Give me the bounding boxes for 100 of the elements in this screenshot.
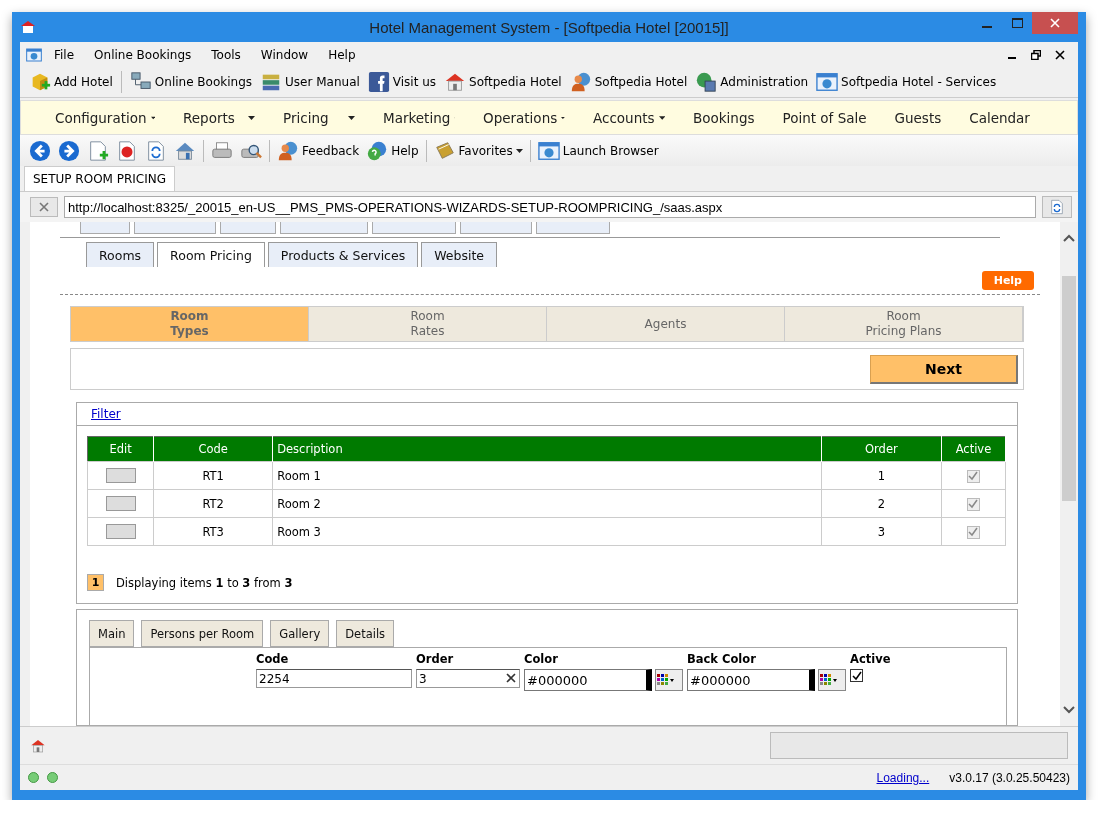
book-icon	[433, 139, 456, 162]
caret-icon	[658, 115, 665, 120]
tab[interactable]: Persons per Room	[141, 620, 264, 647]
person-icon	[277, 139, 299, 162]
nav-menu-item[interactable]: Marketing	[369, 109, 469, 126]
document-tab[interactable]: SETUP ROOM PRICING	[24, 166, 176, 191]
menu-item[interactable]: Online Bookings	[86, 47, 200, 62]
caret-icon	[150, 115, 155, 120]
tab[interactable]: Rooms	[86, 242, 155, 267]
version-text: v3.0.17 (3.0.25.50423)	[949, 770, 1070, 785]
toolbar-button[interactable]: Help	[363, 137, 422, 164]
color-picker-button[interactable]	[818, 669, 846, 691]
toolbar-button[interactable]: Softpedia Hotel	[441, 69, 565, 95]
wizard-step[interactable]: Room Types	[71, 307, 309, 341]
table-cell: RT2	[153, 489, 273, 518]
nav-menu-item[interactable]: Bookings	[679, 109, 769, 126]
nav-menu-item[interactable]: Accounts	[579, 109, 679, 126]
tab[interactable]: Website	[421, 242, 498, 267]
table-cell: Room 3	[272, 517, 822, 546]
next-button[interactable]: Next	[870, 354, 1018, 384]
app-icon	[20, 20, 36, 34]
color-field[interactable]: #000000	[524, 669, 652, 691]
facebook-icon	[367, 71, 390, 93]
url-field[interactable]: http://localhost:8325/_20015_en-US__PMS_PMS-OPERATIONS-WIZARDS-SETUP-ROOMPRICING_/saas.aspx	[64, 196, 1036, 218]
nav-menu-item[interactable]: Pricing	[269, 109, 369, 126]
column-header: Description	[272, 436, 822, 462]
globe-server-icon	[695, 71, 718, 93]
toolbar-button[interactable]: Online Bookings	[126, 69, 256, 95]
toolbar-button[interactable]: Softpedia Hotel	[566, 69, 691, 95]
tab[interactable]: Main	[89, 620, 135, 647]
edit-button[interactable]	[105, 523, 136, 539]
wizard-step[interactable]: Room Pricing Plans	[785, 307, 1023, 341]
nav-menu-item[interactable]: Operations	[469, 109, 579, 126]
tab[interactable]: Room Pricing	[157, 242, 265, 267]
filter-link[interactable]: Filter	[91, 407, 121, 421]
scroll-up-icon[interactable]	[1063, 234, 1075, 242]
wizard-step[interactable]: Agents	[547, 307, 785, 341]
table-cell: 2	[821, 489, 942, 518]
menu-item[interactable]: Tools	[203, 47, 249, 62]
palette-icon	[819, 673, 837, 687]
toolbar-button[interactable]: User Manual	[257, 69, 363, 95]
window-title: Hotel Management System - [Softpedia Hotel [20015]]	[368, 18, 730, 36]
clipped-tab[interactable]	[280, 222, 368, 234]
close-icon	[1050, 18, 1060, 28]
table-cell: 1	[821, 461, 942, 490]
toolbar-button[interactable]: Visit us	[364, 69, 440, 95]
toolbar-button[interactable]: Launch Browser	[534, 137, 662, 164]
toolbar-button[interactable]: Feedback	[274, 137, 363, 164]
refresh-document-icon	[145, 139, 167, 162]
nav-menu-item[interactable]: Configuration	[41, 109, 169, 126]
tab[interactable]: Gallery	[270, 620, 330, 647]
toolbar-button[interactable]: Favorites	[430, 137, 526, 164]
column-header: Order	[821, 436, 942, 462]
nav-menu-item[interactable]: Guests	[880, 109, 956, 126]
nav-menu-item[interactable]: Point of Sale	[768, 109, 881, 126]
clipped-tab[interactable]	[220, 222, 276, 234]
status-light	[28, 772, 39, 783]
toolbar-button[interactable]: Softpedia Hotel - Services	[813, 69, 1000, 95]
clipped-tab[interactable]	[536, 222, 610, 234]
clipped-tab[interactable]	[372, 222, 456, 234]
browser-icon	[537, 139, 560, 162]
tab[interactable]: Details	[336, 620, 395, 647]
table-cell: RT1	[153, 461, 273, 490]
checkbox[interactable]	[850, 669, 863, 682]
page-number[interactable]: 1	[87, 574, 104, 591]
clipped-tab[interactable]	[460, 222, 532, 234]
loading-link[interactable]: Loading...	[876, 770, 930, 785]
refresh-button[interactable]	[1042, 196, 1072, 218]
toolbar-button[interactable]: Administration	[692, 69, 812, 95]
menu-item[interactable]: Window	[252, 47, 317, 62]
clipped-tab[interactable]	[134, 222, 216, 234]
minimize-icon	[982, 25, 992, 28]
color-field[interactable]: #000000	[687, 669, 815, 691]
color-picker-button[interactable]	[655, 669, 683, 691]
caret-icon	[348, 115, 355, 120]
edit-button[interactable]	[105, 495, 136, 511]
close-page-button[interactable]	[30, 197, 58, 217]
clear-icon[interactable]	[506, 673, 516, 683]
table-cell: Room 2	[272, 489, 822, 518]
toolbar-button[interactable]: Add Hotel	[26, 69, 116, 95]
status-light	[47, 772, 58, 783]
clipped-tab[interactable]	[80, 222, 130, 234]
order-field[interactable]: 3	[416, 669, 520, 688]
close-icon	[1055, 49, 1065, 60]
nav-menu-item[interactable]: Calendar	[955, 109, 1044, 126]
field-label: Code	[256, 652, 290, 666]
menu-item[interactable]: File	[46, 47, 83, 62]
field-label: Back Color	[687, 652, 757, 666]
nav-menu-item[interactable]: Reports	[169, 109, 269, 126]
scrollbar-thumb[interactable]	[1062, 276, 1076, 501]
close-icon	[39, 202, 49, 212]
scroll-down-icon[interactable]	[1063, 706, 1075, 714]
menu-item[interactable]: Help	[320, 47, 364, 62]
code-field[interactable]: 2254	[256, 669, 412, 688]
house-icon	[30, 737, 46, 754]
edit-button[interactable]	[105, 467, 136, 483]
wizard-step[interactable]: Room Rates	[309, 307, 547, 341]
maximize-icon	[1011, 18, 1023, 28]
column-header: Active	[941, 436, 1006, 462]
tab[interactable]: Products & Services	[267, 242, 419, 267]
